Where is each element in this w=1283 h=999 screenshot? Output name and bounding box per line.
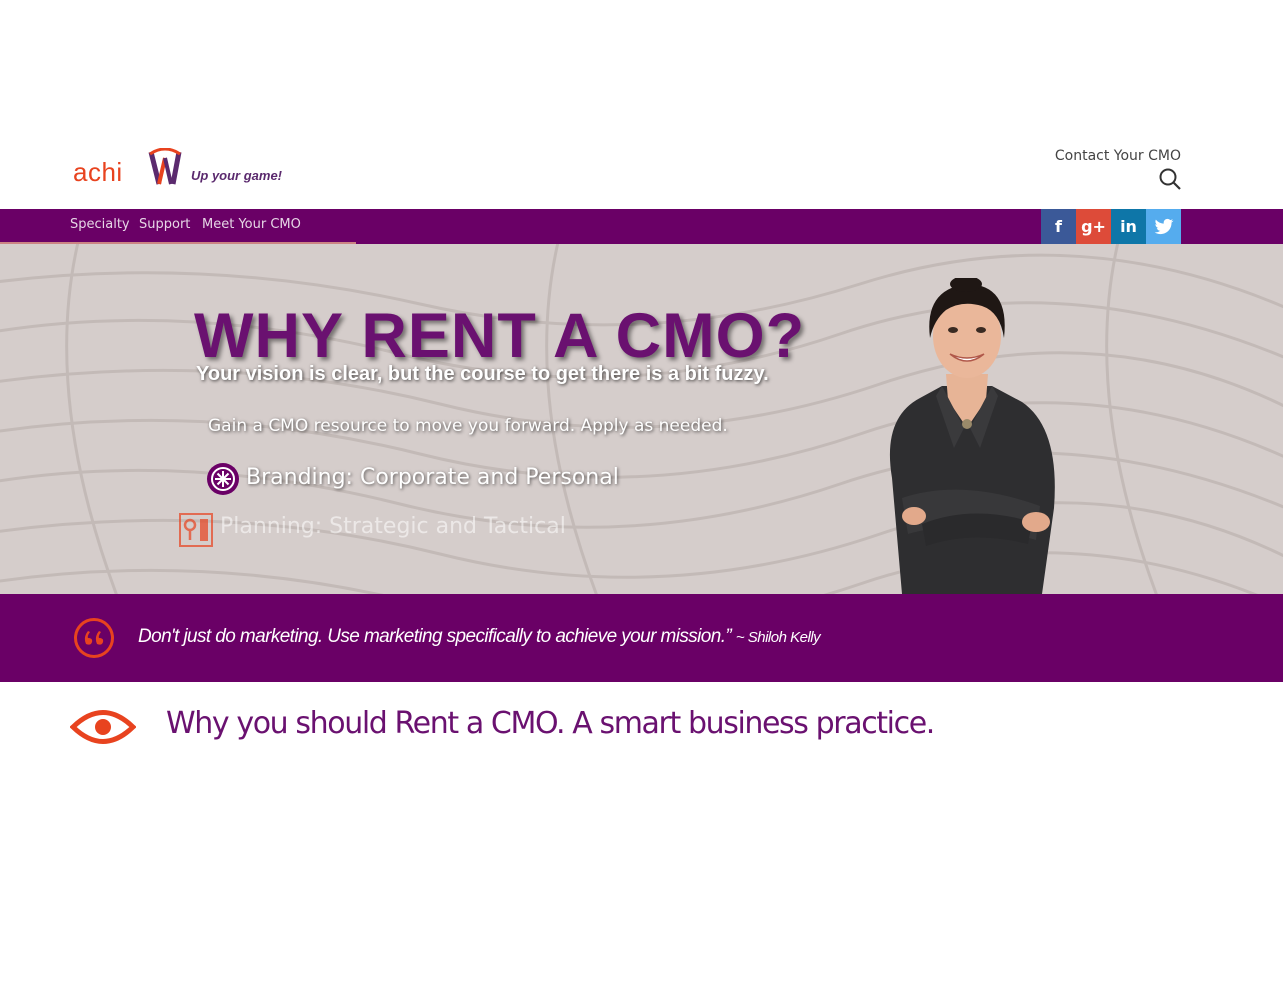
quote-author: ~ Shiloh Kelly	[735, 629, 821, 646]
quote-icon	[74, 618, 114, 658]
hero-tagline: Gain a CMO resource to move you forward.…	[208, 416, 728, 436]
contact-cmo-link[interactable]: Contact Your CMO	[1055, 148, 1181, 164]
facebook-button[interactable]: f	[1041, 209, 1076, 244]
google-plus-icon: g+	[1081, 217, 1106, 236]
facebook-icon: f	[1055, 217, 1062, 236]
main-nav: Specialty Support Meet Your CMO f g+ in	[0, 209, 1283, 245]
hero-bullet-planning: Planning: Strategic and Tactical	[220, 514, 566, 539]
nav-item-support[interactable]: Support	[139, 217, 190, 232]
site-header: achi Up your game! Contact Your CMO	[0, 0, 1283, 209]
hero-title: WHY RENT A CMO?	[194, 301, 806, 371]
site-logo[interactable]: achi Up your game!	[70, 148, 300, 192]
hero-bullet-branding: Branding: Corporate and Personal	[246, 465, 619, 490]
branding-icon	[207, 463, 239, 495]
linkedin-button[interactable]: in	[1111, 209, 1146, 244]
map-pin-icon	[179, 513, 213, 547]
cmo-portrait-image	[889, 278, 1055, 594]
hero-banner: WHY RENT A CMO? Your vision is clear, bu…	[0, 244, 1283, 594]
eye-icon	[70, 710, 136, 744]
quote-banner: Don't just do marketing. Use marketing s…	[0, 594, 1283, 682]
quote-text: Don't just do marketing. Use marketing s…	[138, 626, 821, 648]
section-title: Why you should Rent a CMO. A smart busin…	[166, 706, 935, 741]
search-icon[interactable]	[1158, 167, 1182, 191]
logo-wordmark: achi	[73, 157, 123, 187]
nav-item-meet-your-cmo[interactable]: Meet Your CMO	[202, 217, 301, 232]
hero-subtitle: Your vision is clear, but the course to …	[196, 363, 769, 385]
logo-mark-icon	[148, 148, 182, 185]
nav-item-specialty[interactable]: Specialty	[70, 217, 130, 232]
quote-body: Don't just do marketing. Use marketing s…	[138, 626, 732, 647]
twitter-button[interactable]	[1146, 209, 1181, 244]
logo-tagline: Up your game!	[191, 168, 283, 183]
linkedin-icon: in	[1120, 217, 1137, 236]
google-plus-button[interactable]: g+	[1076, 209, 1111, 244]
twitter-icon	[1154, 218, 1173, 234]
